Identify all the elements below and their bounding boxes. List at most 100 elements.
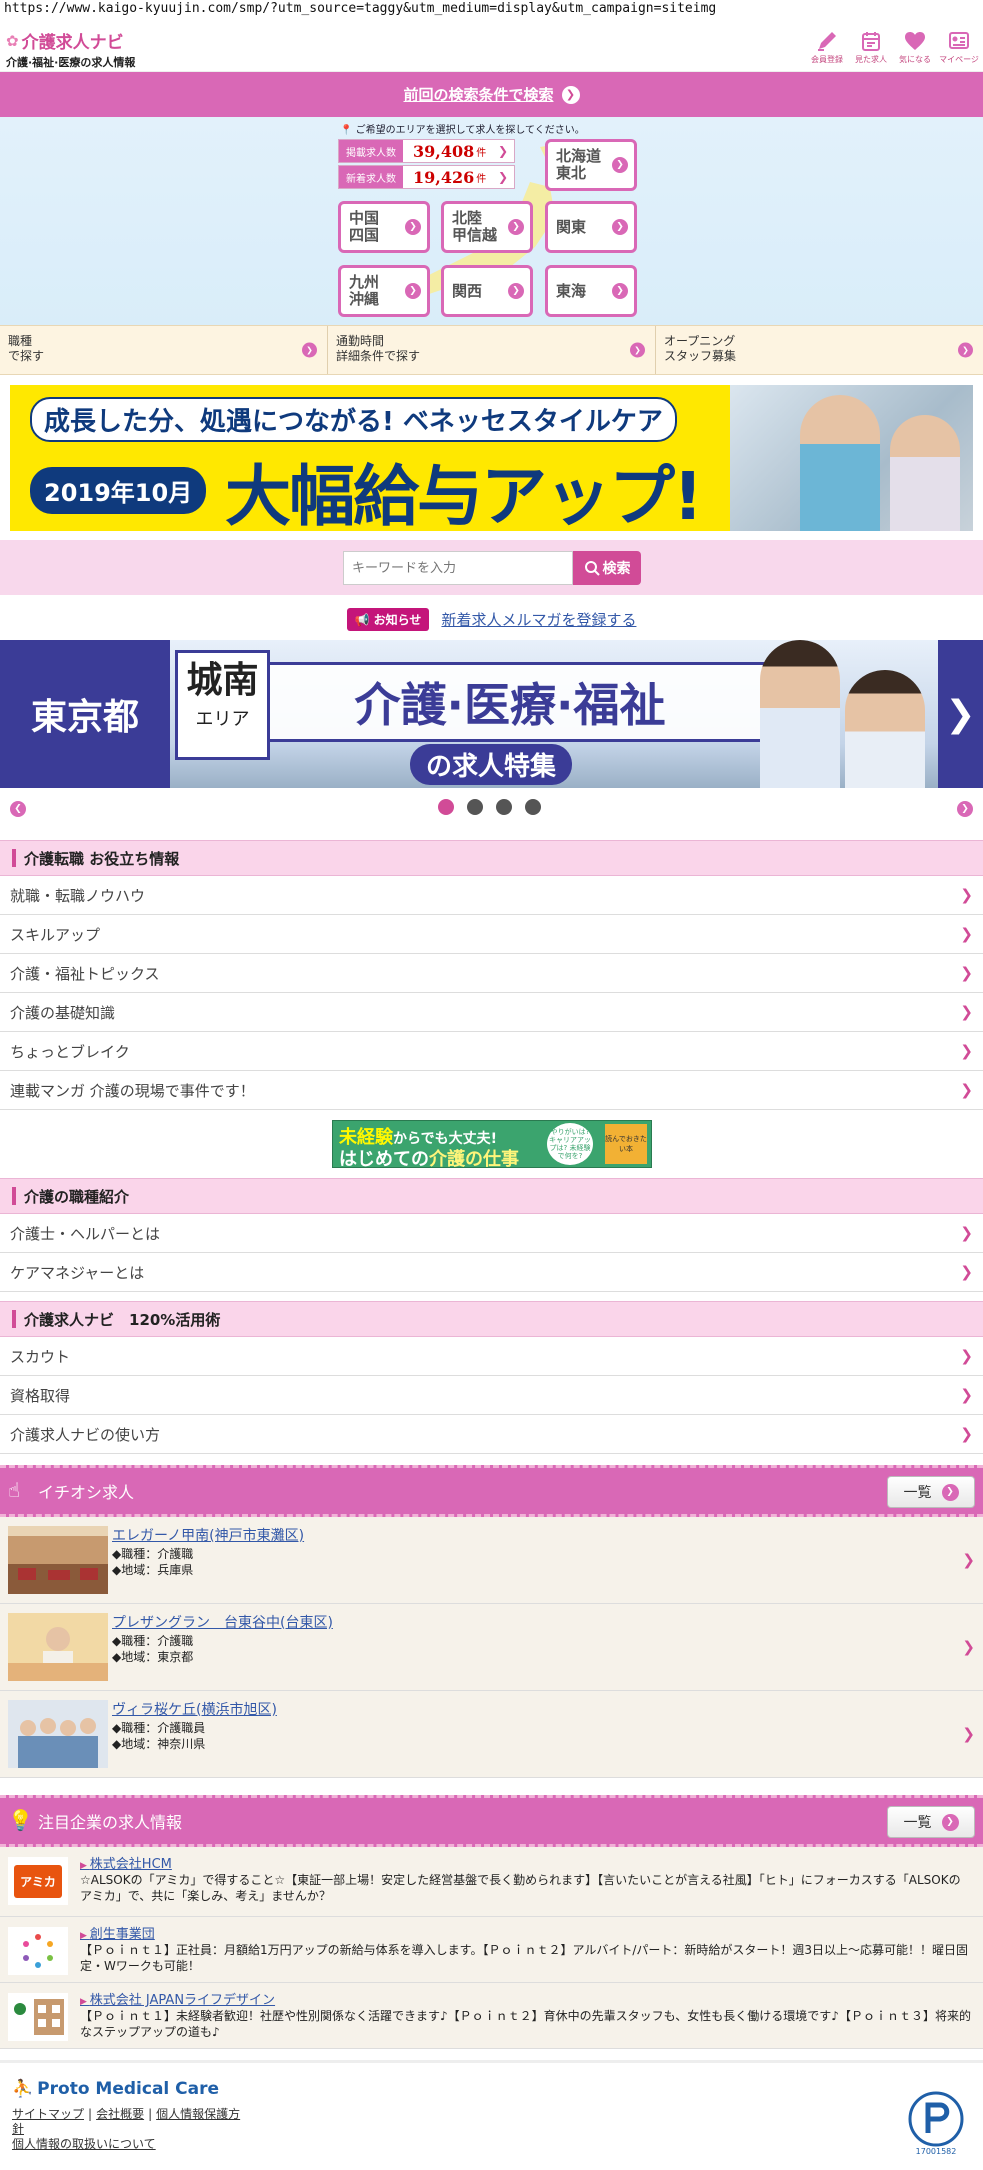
search-options: 職種 で探す ❯ 通勤時間 詳細条件で探す ❯ オープニング スタッフ募集 ❯ — [0, 325, 983, 375]
list-item[interactable]: ちょっとブレイク ❯ — [0, 1032, 983, 1071]
item-label: ちょっとブレイク — [10, 1042, 130, 1061]
company-card[interactable]: アミカ 株式会社HCM ☆ALSOKの「アミカ」で得すること☆【東証一部上場！安… — [0, 1847, 983, 1917]
view-all-button[interactable]: 一覧 ❯ — [887, 1806, 975, 1838]
carousel-sub-text: の求人特集 — [410, 744, 573, 785]
region-tokai[interactable]: 東海 ❯ — [545, 265, 637, 317]
viewed-jobs-button[interactable]: 見た求人 — [851, 28, 891, 65]
company-logo — [8, 1927, 68, 1975]
favorites-button[interactable]: 気になる — [895, 28, 935, 65]
personal-info-link[interactable]: 個人情報の取扱いについて — [12, 2137, 156, 2151]
newsletter-link[interactable]: 新着求人メルマガを登録する — [441, 609, 636, 630]
job-card[interactable]: エレガーノ甲南(神戸市東灘区) ◆職種：介護職 ◆地域：兵庫県 ❯ — [0, 1517, 983, 1604]
keyword-input[interactable] — [343, 551, 573, 585]
carousel-prev-arrow[interactable]: ❮ — [10, 801, 26, 817]
carousel-dot[interactable] — [525, 799, 541, 815]
company-card[interactable]: 株式会社 JAPANライフデザイン 【Ｐｏｉｎｔ１】未経験者歓迎！社歴や性別関係… — [0, 1983, 983, 2049]
region-hokuriku-koshinetsu[interactable]: 北陸 甲信越 ❯ — [441, 201, 533, 253]
search-by-commute[interactable]: 通勤時間 詳細条件で探す ❯ — [328, 326, 656, 374]
opening-staff-link[interactable]: オープニング スタッフ募集 ❯ — [656, 326, 983, 374]
job-card[interactable]: プレザングラン 台東谷中(台東区) ◆職種：介護職 ◆地域：東京都 ❯ — [0, 1604, 983, 1691]
region-chugoku-shikoku[interactable]: 中国 四国 ❯ — [338, 201, 430, 253]
search-button[interactable]: 検索 — [573, 551, 641, 585]
region-kyushu-okinawa[interactable]: 九州 沖縄 ❯ — [338, 265, 430, 317]
arrow-right-icon: ❯ — [612, 283, 628, 299]
total-jobs-count[interactable]: 掲載求人数 39,408 件 ❯ — [338, 139, 515, 163]
benesse-banner[interactable]: 成長した分、処遇につながる! ベネッセスタイルケア 2019年10月 大幅給与ア… — [10, 385, 973, 531]
section-header: ☝ イチオシ求人 一覧 ❯ — [0, 1465, 983, 1517]
carousel-next-button[interactable]: ❯ — [938, 640, 983, 788]
search-icon — [584, 561, 600, 576]
beginner-guide-banner[interactable]: 未経験からでも大丈夫! はじめての介護の仕事 やりがいは? キャリアアップは? … — [332, 1120, 652, 1168]
list-item[interactable]: 就職・転職ノウハウ ❯ — [0, 876, 983, 915]
featured-companies-section: 💡 注目企業の求人情報 一覧 ❯ アミカ 株式会社HCM ☆ALSOKの「アミカ」… — [0, 1795, 983, 2049]
staff-photo — [760, 640, 840, 788]
new-jobs-count[interactable]: 新着求人数 19,426 件 ❯ — [338, 165, 515, 189]
region-kansai[interactable]: 関西 ❯ — [441, 265, 533, 317]
company-name-link[interactable]: 創生事業団 — [80, 1923, 155, 1942]
job-title-link[interactable]: ヴィラ桜ケ丘(横浜市旭区) — [112, 1699, 277, 1719]
chevron-right-icon: ❯ — [497, 144, 508, 158]
chevron-right-icon: ❯ — [497, 170, 508, 184]
carousel-dot[interactable] — [467, 799, 483, 815]
previous-search-button[interactable]: 前回の検索条件で検索 ❯ — [0, 72, 983, 117]
region-kanto[interactable]: 関東 ❯ — [545, 201, 637, 253]
company-description: 【Ｐｏｉｎｔ１】正社員：月額給1万円アップの新給与体系を導入します。【Ｐｏｉｎｔ… — [80, 1943, 968, 1973]
carousel-area-box: 城南 エリア — [175, 650, 270, 760]
address-bar[interactable]: https://www.kaigo-kyuujin.com/smp/?utm_s… — [0, 0, 983, 22]
feature-carousel[interactable]: 東京都 介護·医療·福祉 城南 エリア の求人特集 ❯ — [0, 640, 983, 788]
chevron-right-icon: ❯ — [960, 1224, 973, 1242]
register-button[interactable]: 会員登録 — [807, 28, 847, 65]
mypage-button[interactable]: マイページ — [939, 28, 979, 65]
footer-links: サイトマップ | 会社概要 | 個人情報保護方針 個人情報の取扱いについて — [12, 2107, 241, 2151]
heart-icon — [895, 28, 935, 54]
company-card[interactable]: 創生事業団 【Ｐｏｉｎｔ１】正社員：月額給1万円アップの新給与体系を導入します。… — [0, 1917, 983, 1983]
footer-logo[interactable]: ⛹ Proto Medical Care — [12, 2079, 219, 2099]
site-logo[interactable]: ✿ 介護求人ナビ 介護·福祉·医療の求人情報 — [6, 28, 135, 70]
carousel-dot[interactable] — [496, 799, 512, 815]
search-button-label: 検索 — [602, 561, 631, 577]
useful-info-section: 介護転職 お役立ち情報 就職・転職ノウハウ ❯ スキルアップ ❯ 介護・福祉トピック… — [0, 840, 983, 1110]
list-item[interactable]: スキルアップ ❯ — [0, 915, 983, 954]
total-jobs-unit: 件 — [476, 147, 487, 159]
new-jobs-unit: 件 — [476, 173, 487, 185]
sitemap-link[interactable]: サイトマップ — [12, 2107, 84, 2121]
logo-subtitle: 介護·福祉·医療の求人情報 — [6, 56, 136, 69]
arrow-right-icon: ❯ — [405, 219, 421, 235]
item-label: 介護士・ヘルパーとは — [10, 1224, 161, 1243]
carousel-nav: ❮ ❯ — [0, 795, 983, 825]
job-title-link[interactable]: エレガーノ甲南(神戸市東灘区) — [112, 1525, 304, 1545]
company-name-link[interactable]: 株式会社HCM — [80, 1853, 172, 1872]
chevron-right-icon: ❯ — [945, 693, 976, 735]
item-label: 連載マンガ 介護の現場で事件です！ — [10, 1081, 255, 1100]
carousel-next-arrow[interactable]: ❯ — [957, 801, 973, 817]
privacy-mark-number: 17001582 — [915, 2147, 957, 2156]
carousel-dot[interactable] — [438, 799, 454, 815]
list-item[interactable]: 介護求人ナビの使い方 ❯ — [0, 1415, 983, 1454]
view-all-button[interactable]: 一覧 ❯ — [887, 1476, 975, 1508]
list-item[interactable]: 介護・福祉トピックス ❯ — [0, 954, 983, 993]
list-item[interactable]: 連載マンガ 介護の現場で事件です！ ❯ — [0, 1071, 983, 1110]
list-item[interactable]: 介護士・ヘルパーとは ❯ — [0, 1214, 983, 1253]
list-item[interactable]: ケアマネジャーとは ❯ — [0, 1253, 983, 1292]
job-area: ◆地域：兵庫県 — [112, 1563, 194, 1577]
job-title-link[interactable]: プレザングラン 台東谷中(台東区) — [112, 1612, 333, 1632]
job-card[interactable]: ヴィラ桜ケ丘(横浜市旭区) ◆職種：介護職員 ◆地域：神奈川県 ❯ — [0, 1691, 983, 1778]
list-item[interactable]: 資格取得 ❯ — [0, 1376, 983, 1415]
company-name-link[interactable]: 株式会社 JAPANライフデザイン — [80, 1989, 275, 2008]
region-hokkaido-tohoku[interactable]: 北海道 東北 ❯ — [545, 139, 637, 191]
facility-photo — [8, 1613, 108, 1681]
register-label: 会員登録 — [811, 55, 843, 64]
favorites-label: 気になる — [899, 55, 931, 64]
option-label: 詳細条件で探す — [336, 349, 421, 363]
book-icon: 読んでおきたい本 — [605, 1124, 647, 1164]
chevron-right-icon: ❯ — [960, 1003, 973, 1021]
list-item[interactable]: スカウト ❯ — [0, 1337, 983, 1376]
search-by-job-type[interactable]: 職種 で探す ❯ — [0, 326, 328, 374]
list-item[interactable]: 介護の基礎知識 ❯ — [0, 993, 983, 1032]
company-link[interactable]: 会社概要 — [96, 2107, 144, 2121]
item-label: 資格取得 — [10, 1386, 71, 1405]
banner-bubble: やりがいは? キャリアアップは? 未経験で何を? — [547, 1123, 593, 1165]
person-icon: ⛹ — [12, 2079, 34, 2099]
viewed-jobs-label: 見た求人 — [855, 55, 887, 64]
chevron-right-icon: ❯ — [960, 886, 973, 904]
